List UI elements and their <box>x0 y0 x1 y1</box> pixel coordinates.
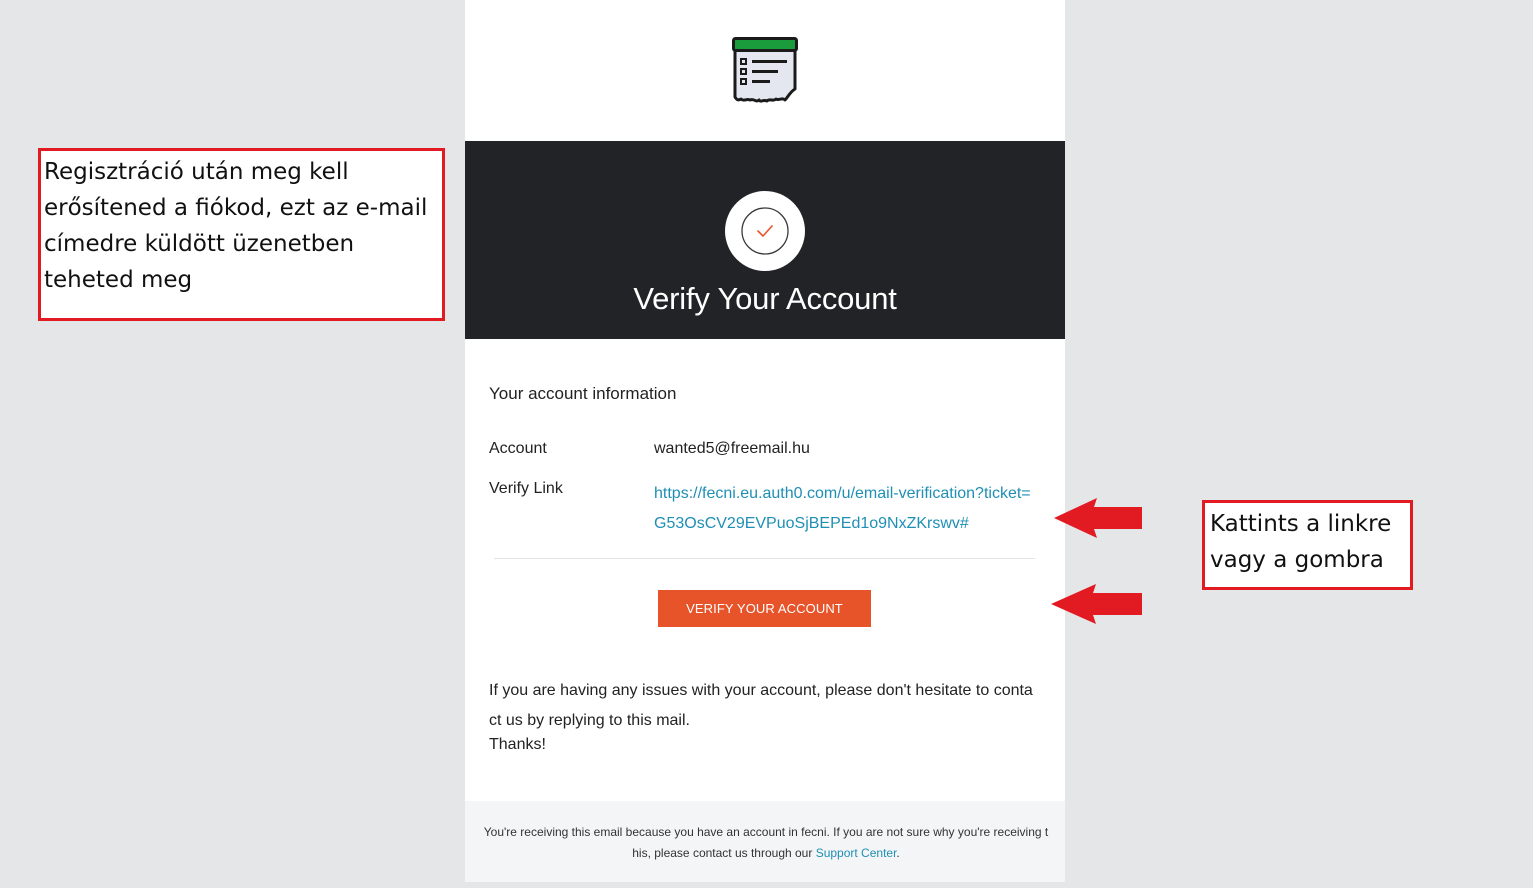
footer-text-main: You're receiving this email because you … <box>483 825 1049 860</box>
support-center-link[interactable]: Support Center <box>816 846 897 860</box>
account-value: wanted5@freemail.hu <box>654 440 810 457</box>
hero-banner: Verify Your Account <box>465 141 1065 339</box>
thanks-text: Thanks! <box>489 736 546 753</box>
email-card: Verify Your Account Your account informa… <box>465 0 1065 882</box>
checkmark-icon <box>741 207 789 255</box>
verify-link[interactable]: https://fecni.eu.auth0.com/u/email-verif… <box>654 479 1039 539</box>
arrow-pointing-link-icon <box>1054 498 1142 538</box>
support-text: If you are having any issues with your a… <box>489 682 1033 729</box>
email-title: Verify Your Account <box>633 281 897 316</box>
footer-text-end: . <box>896 846 900 860</box>
divider <box>494 558 1035 559</box>
receipt-list-icon <box>732 37 798 103</box>
footer-text: You're receiving this email because you … <box>483 822 1049 864</box>
section-heading: Your account information <box>489 384 677 403</box>
annotation-left-note: Regisztráció után meg kell erősítened a … <box>38 148 445 321</box>
email-footer: You're receiving this email because you … <box>465 801 1065 882</box>
check-circle <box>725 191 805 271</box>
arrow-pointing-button-icon <box>1051 584 1142 624</box>
logo-header <box>465 0 1065 141</box>
annotation-right-note: Kattints a linkre vagy a gombra <box>1202 500 1413 590</box>
verify-account-button[interactable]: VERIFY YOUR ACCOUNT <box>658 590 871 627</box>
account-label: Account <box>489 440 547 457</box>
verify-link-label: Verify Link <box>489 480 563 497</box>
